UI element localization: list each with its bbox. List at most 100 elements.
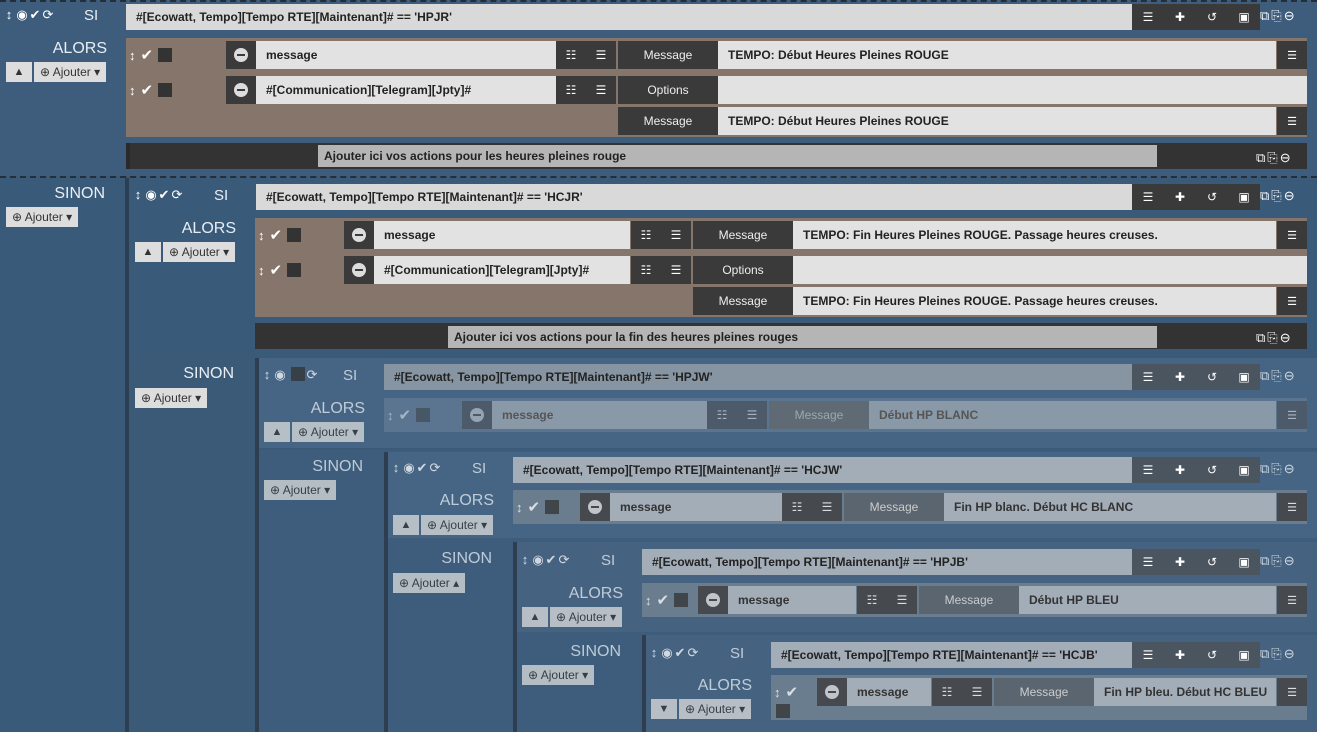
history-icon[interactable]: ↺ (1196, 4, 1228, 30)
remove-action-button[interactable] (344, 256, 374, 284)
checkbox[interactable] (416, 408, 431, 422)
message-input[interactable]: TEMPO: Fin Heures Pleines ROUGE. Passage… (793, 287, 1276, 315)
cube-icon[interactable]: ▣ (1228, 457, 1260, 483)
check-icon[interactable]: ✔ (29, 7, 41, 23)
minus-circle-icon[interactable]: ⊖ (1284, 646, 1295, 662)
copy-icon[interactable]: ⧉ (1256, 330, 1265, 346)
expand-button[interactable]: ▼ (651, 699, 677, 719)
eye-icon[interactable]: ◉ (661, 645, 673, 661)
checkbox[interactable] (158, 48, 173, 62)
move-icon[interactable]: ↕ (258, 228, 265, 243)
list-icon[interactable]: ☰ (661, 256, 691, 284)
message-input[interactable]: TEMPO: Début Heures Pleines ROUGE (718, 107, 1276, 135)
move-icon[interactable]: ↕ (774, 685, 781, 700)
add-button[interactable]: ⊕ Ajouter ▾ (421, 515, 494, 535)
refresh-icon[interactable]: ⟳ (429, 460, 441, 476)
refresh-icon[interactable]: ⟳ (42, 7, 54, 23)
collapse-button[interactable]: ▲ (522, 607, 548, 627)
action-field[interactable]: message (728, 586, 856, 614)
check-icon[interactable]: ✔ (141, 81, 154, 99)
puzzle-icon[interactable]: ✚ (1164, 549, 1196, 575)
remove-action-button[interactable] (226, 76, 256, 104)
action-field[interactable]: message (492, 401, 707, 429)
cube-icon[interactable]: ▣ (1228, 549, 1260, 575)
move-icon[interactable]: ↕ (132, 187, 144, 203)
paste-icon[interactable]: ⎘ (1271, 553, 1281, 569)
condition-input[interactable]: #[Ecowatt, Tempo][Tempo RTE][Maintenant]… (256, 184, 1132, 210)
list-icon[interactable]: ☷ (857, 586, 887, 614)
add-button[interactable]: ⊕ Ajouter ▾ (34, 62, 107, 82)
move-icon[interactable]: ↕ (261, 367, 273, 383)
refresh-icon[interactable]: ⟳ (171, 187, 183, 203)
message-input[interactable]: TEMPO: Fin Heures Pleines ROUGE. Passage… (793, 221, 1276, 249)
action-field[interactable]: message (847, 678, 931, 706)
check-icon[interactable]: ✔ (141, 46, 154, 64)
copy-icon[interactable]: ⧉ (1260, 553, 1269, 569)
move-icon[interactable]: ↕ (3, 7, 15, 23)
condition-input[interactable]: #[Ecowatt, Tempo][Tempo RTE][Maintenant]… (384, 364, 1132, 390)
puzzle-icon[interactable]: ✚ (1164, 457, 1196, 483)
move-icon[interactable]: ↕ (129, 83, 136, 98)
list-icon[interactable]: ☰ (962, 678, 992, 706)
collapse-button[interactable]: ▲ (6, 62, 32, 82)
minus-circle-icon[interactable]: ⊖ (1284, 553, 1295, 569)
list-icon[interactable]: ☷ (556, 41, 586, 69)
eye-icon[interactable]: ◉ (403, 460, 415, 476)
history-icon[interactable]: ↺ (1196, 457, 1228, 483)
action-field[interactable]: message (610, 493, 782, 521)
paste-icon[interactable]: ⎘ (1271, 188, 1281, 204)
add-button[interactable]: ⊕ Ajouter ▾ (522, 665, 595, 685)
condition-input[interactable]: #[Ecowatt, Tempo][Tempo RTE][Maintenant]… (513, 457, 1132, 483)
list-icon[interactable]: ☰ (1277, 678, 1307, 706)
check-icon[interactable]: ✔ (657, 591, 670, 609)
minus-circle-icon[interactable]: ⊖ (1284, 368, 1295, 384)
check-icon[interactable]: ✔ (416, 460, 428, 476)
eye-icon[interactable]: ◉ (16, 7, 28, 23)
options-input[interactable] (793, 256, 1307, 284)
condition-input[interactable]: #[Ecowatt, Tempo][Tempo RTE][Maintenant]… (771, 642, 1132, 668)
minus-circle-icon[interactable]: ⊖ (1284, 461, 1295, 477)
move-icon[interactable]: ↕ (258, 263, 265, 278)
move-icon[interactable]: ↕ (648, 645, 660, 661)
cube-icon[interactable]: ▣ (1228, 642, 1260, 668)
add-button[interactable]: ⊕ Ajouter ▾ (135, 388, 208, 408)
copy-icon[interactable]: ⧉ (1260, 8, 1269, 24)
list-icon[interactable]: ☰ (1132, 4, 1164, 30)
move-icon[interactable]: ↕ (387, 408, 394, 423)
add-button[interactable]: ⊕ Ajouter ▾ (6, 207, 79, 227)
condition-input[interactable]: #[Ecowatt, Tempo][Tempo RTE][Maintenant]… (126, 4, 1132, 30)
list-icon[interactable]: ☰ (1132, 184, 1164, 210)
paste-icon[interactable]: ⎘ (1271, 461, 1281, 477)
message-input[interactable]: Début HP BLANC (869, 401, 1276, 429)
cube-icon[interactable]: ▣ (1228, 4, 1260, 30)
remove-action-button[interactable] (698, 586, 728, 614)
list-icon[interactable]: ☰ (1132, 642, 1164, 668)
move-icon[interactable]: ↕ (519, 552, 531, 568)
list-icon[interactable]: ☰ (1132, 457, 1164, 483)
move-icon[interactable]: ↕ (516, 500, 523, 515)
list-icon[interactable]: ☰ (1277, 41, 1307, 69)
paste-icon[interactable]: ⎘ (1267, 330, 1277, 346)
remove-action-button[interactable] (226, 41, 256, 69)
history-icon[interactable]: ↺ (1196, 642, 1228, 668)
checkbox[interactable] (776, 704, 790, 718)
collapse-button[interactable]: ▲ (135, 242, 161, 262)
message-input[interactable]: TEMPO: Début Heures Pleines ROUGE (718, 41, 1276, 69)
list-icon[interactable]: ☷ (782, 493, 812, 521)
check-icon[interactable]: ✔ (786, 683, 799, 701)
check-icon[interactable]: ✔ (270, 226, 283, 244)
message-input[interactable]: Fin HP blanc. Début HC BLANC (944, 493, 1276, 521)
action-field[interactable]: #[Communication][Telegram][Jpty]# (374, 256, 630, 284)
puzzle-icon[interactable]: ✚ (1164, 184, 1196, 210)
checkbox[interactable] (287, 228, 302, 242)
action-field[interactable]: message (256, 41, 556, 69)
action-field[interactable]: message (374, 221, 630, 249)
paste-icon[interactable]: ⎘ (1271, 8, 1281, 24)
history-icon[interactable]: ↺ (1196, 364, 1228, 390)
minus-circle-icon[interactable]: ⊖ (1284, 8, 1295, 24)
copy-icon[interactable]: ⧉ (1260, 368, 1269, 384)
list-icon[interactable]: ☰ (737, 401, 767, 429)
puzzle-icon[interactable]: ✚ (1164, 4, 1196, 30)
message-input[interactable]: Fin HP bleu. Début HC BLEU (1094, 678, 1276, 706)
minus-circle-icon[interactable]: ⊖ (1284, 188, 1295, 204)
